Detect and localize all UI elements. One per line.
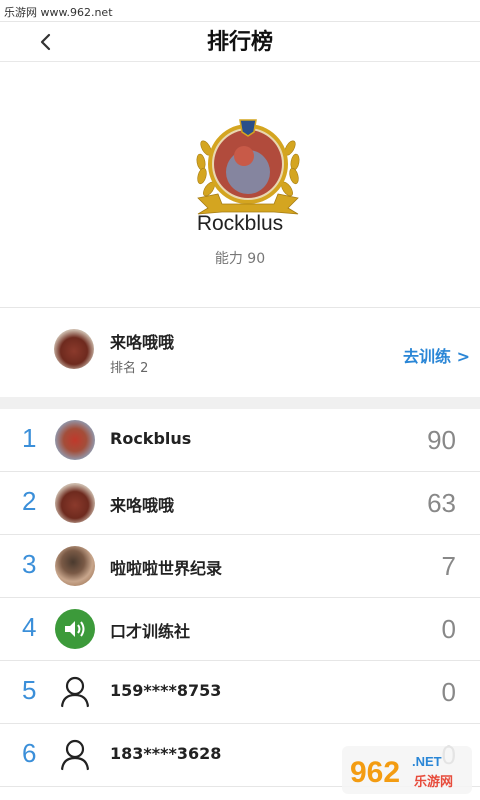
speaker-icon <box>65 621 85 637</box>
my-avatar <box>54 329 94 369</box>
avatar <box>55 609 95 649</box>
avatar <box>55 420 95 460</box>
my-rank: 排名 2 <box>110 361 149 376</box>
page-title: 排行榜 <box>206 30 273 55</box>
rank-number: 3 <box>22 549 37 579</box>
rank-number: 4 <box>22 612 37 642</box>
user-name: Rockblus <box>110 429 192 448</box>
go-train-link[interactable]: 去训练 > <box>403 343 470 367</box>
rank-number: 5 <box>22 675 37 705</box>
user-name: 159****8753 <box>110 681 222 700</box>
my-name: 来咯哦哦 <box>110 333 175 352</box>
user-name: 183****3628 <box>110 744 222 763</box>
my-rank-card: 来咯哦哦 排名 2 去训练 > <box>0 309 480 397</box>
ranking-row[interactable]: 2 来咯哦哦 63 <box>0 472 480 535</box>
ranking-row[interactable]: 4 口才训练社 0 <box>0 598 480 661</box>
watermark-text: 乐游网 www.962.net <box>4 6 113 19</box>
ranking-row[interactable]: 1 Rockblus 90 <box>0 409 480 472</box>
user-icon <box>60 676 90 708</box>
user-score: 7 <box>441 551 456 581</box>
user-score: 0 <box>441 614 456 644</box>
rank-number: 6 <box>22 738 37 768</box>
laurel-crown-icon <box>196 119 300 215</box>
rank-number: 2 <box>22 486 37 516</box>
user-score: 0 <box>441 677 456 707</box>
user-name: 来咯哦哦 <box>110 496 175 515</box>
ranking-row[interactable]: 3 啦啦啦世界纪录 7 <box>0 535 480 598</box>
section-divider <box>0 397 480 409</box>
navigation-bar: 排行榜 <box>0 22 480 62</box>
watermark-bar: 乐游网 www.962.net <box>0 0 480 22</box>
ranking-list: 1 Rockblus 90 2 来咯哦哦 63 3 啦啦啦世界纪录 7 4 口才… <box>0 409 480 787</box>
logo-number: 962 <box>350 756 400 789</box>
rank-number: 1 <box>22 423 37 453</box>
site-logo: 962 .NET 乐游网 <box>342 746 472 794</box>
user-icon <box>60 739 90 771</box>
user-score: 90 <box>427 425 456 455</box>
avatar <box>55 546 95 586</box>
user-score: 63 <box>427 488 456 518</box>
user-name: 啦啦啦世界纪录 <box>110 559 223 578</box>
top-ranker-score: 能力 90 <box>214 251 266 267</box>
logo-net: .NET <box>412 754 442 769</box>
logo-subtext: 乐游网 <box>414 774 453 790</box>
top-ranker-name: Rockblus <box>196 212 284 235</box>
ranking-row[interactable]: 5 159****8753 0 <box>0 661 480 724</box>
avatar <box>55 672 95 712</box>
avatar <box>55 483 95 523</box>
user-name: 口才训练社 <box>110 622 191 641</box>
avatar <box>55 735 95 775</box>
top-ranker-card: Rockblus 能力 90 <box>0 62 480 308</box>
